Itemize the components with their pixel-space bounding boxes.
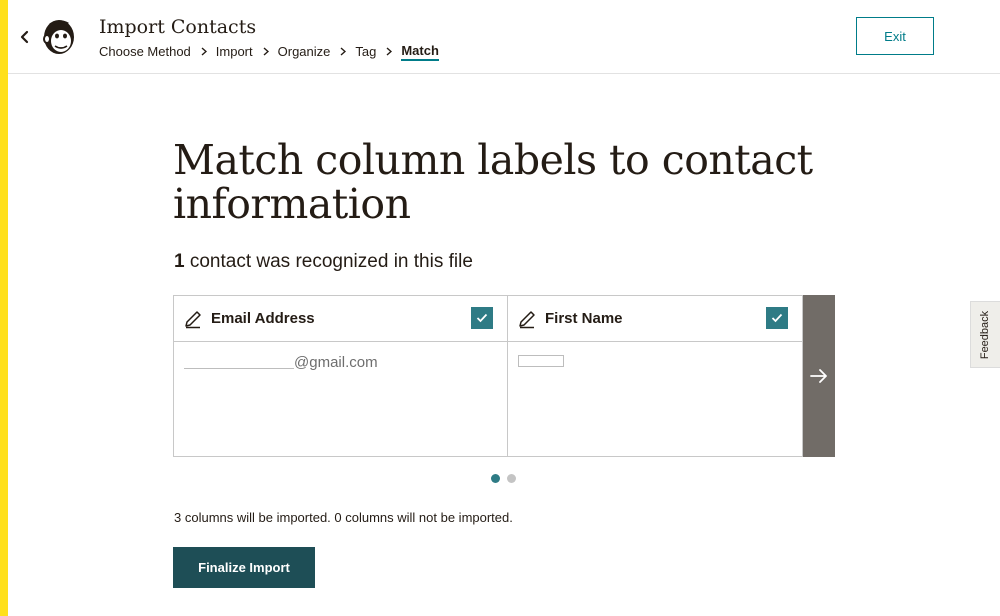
mailchimp-logo-icon[interactable] xyxy=(40,17,78,57)
feedback-label: Feedback xyxy=(979,310,992,359)
breadcrumb-organize[interactable]: Organize xyxy=(278,44,331,59)
back-button[interactable] xyxy=(13,24,37,50)
import-summary: 3 columns will be imported. 0 columns wi… xyxy=(174,510,513,525)
checkmark-icon xyxy=(771,313,783,323)
pagination-dot-2[interactable] xyxy=(507,474,516,483)
column-card-email: Email Address @gmail.com xyxy=(173,295,508,457)
column-sample-value xyxy=(508,342,802,371)
pencil-icon[interactable] xyxy=(517,309,537,329)
pagination-dots xyxy=(491,474,516,483)
chevron-right-icon xyxy=(340,46,347,56)
checkmark-icon xyxy=(476,313,488,323)
column-header[interactable]: Email Address xyxy=(174,296,507,342)
breadcrumb-tag[interactable]: Tag xyxy=(355,44,376,59)
pencil-icon[interactable] xyxy=(183,309,203,329)
accent-strip xyxy=(0,0,8,616)
arrow-right-icon xyxy=(810,369,827,383)
page-title: Import Contacts xyxy=(99,16,257,38)
column-match-table: Email Address @gmail.com First Name xyxy=(173,295,835,457)
chevron-left-icon xyxy=(20,30,29,44)
column-title: Email Address xyxy=(211,310,315,327)
chevron-right-icon xyxy=(201,46,207,56)
column-header[interactable]: First Name xyxy=(508,296,802,342)
include-column-checkbox[interactable] xyxy=(471,307,493,329)
breadcrumb-match[interactable]: Match xyxy=(401,43,439,61)
finalize-import-button[interactable]: Finalize Import xyxy=(173,547,315,588)
next-columns-button[interactable] xyxy=(803,295,835,457)
recognized-count-text: 1 contact was recognized in this file xyxy=(174,251,473,273)
chevron-right-icon xyxy=(263,46,269,56)
exit-button[interactable]: Exit xyxy=(856,17,934,55)
breadcrumb: Choose Method Import Organize Tag Match xyxy=(99,41,439,61)
pagination-dot-1[interactable] xyxy=(491,474,500,483)
main-heading: Match column labels to contact informati… xyxy=(173,136,813,228)
redacted-text xyxy=(184,356,294,369)
recognized-count: 1 xyxy=(174,251,185,272)
include-column-checkbox[interactable] xyxy=(766,307,788,329)
recognized-text: contact was recognized in this file xyxy=(184,251,473,272)
email-sample-value: @gmail.com xyxy=(294,354,378,371)
breadcrumb-choose-method[interactable]: Choose Method xyxy=(99,44,191,59)
column-title: First Name xyxy=(545,310,623,327)
chevron-right-icon xyxy=(386,46,393,56)
column-sample-value: @gmail.com xyxy=(174,342,507,371)
feedback-tab[interactable]: Feedback xyxy=(970,301,1000,368)
redacted-text xyxy=(518,355,564,367)
breadcrumb-import[interactable]: Import xyxy=(216,44,253,59)
column-card-first-name: First Name xyxy=(508,295,803,457)
header: Import Contacts Choose Method Import Org… xyxy=(8,0,1000,74)
